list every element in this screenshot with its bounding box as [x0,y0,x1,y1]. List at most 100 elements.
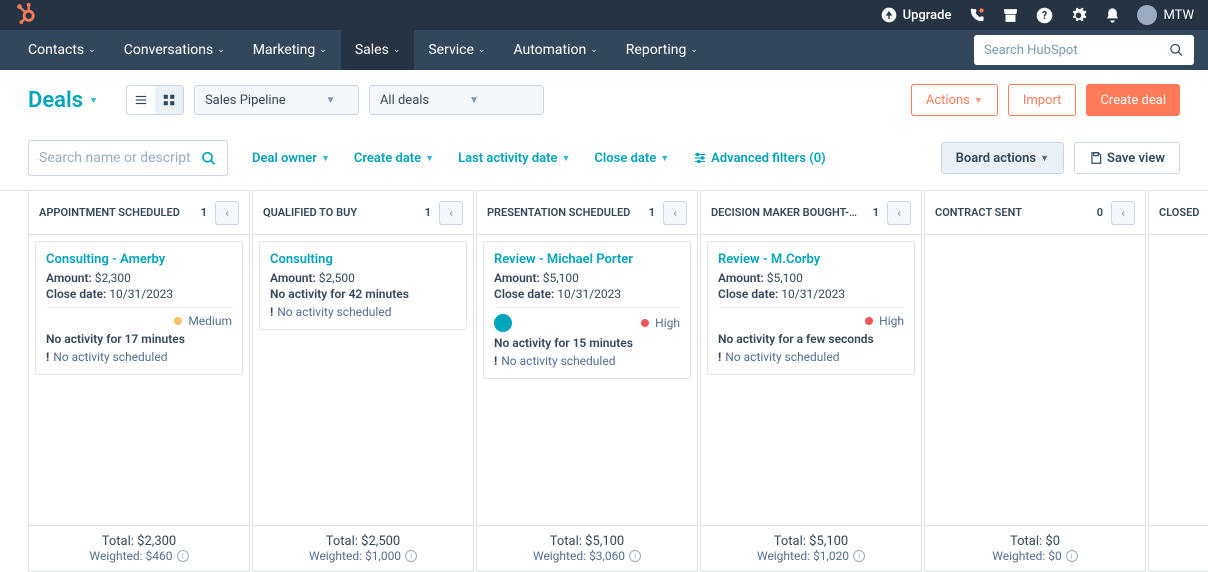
upgrade-button[interactable]: Upgrade [881,7,952,23]
gear-icon[interactable] [1069,6,1087,24]
pipeline-select-label: Sales Pipeline [205,93,286,108]
column-weighted: Weighted: $1,020 i [757,549,865,563]
deal-title: Consulting - Amerby [46,252,232,267]
list-view-button[interactable] [127,86,155,114]
global-search[interactable] [974,35,1194,65]
column-total: Total: $2,300 [35,534,243,549]
marketplace-icon[interactable] [1001,6,1019,24]
help-icon[interactable]: ? [1035,6,1053,24]
column-collapse-button[interactable]: ‹ [215,201,239,225]
column-name: DECISION MAKER BOUGHT-… [711,206,865,219]
create-deal-button[interactable]: Create deal [1086,84,1180,116]
activity-text: No activity for 17 minutes [46,332,232,346]
column-footer: Total: $5,100Weighted: $3,060 i [476,525,698,572]
priority-dot [865,317,873,325]
bell-icon[interactable] [1103,6,1121,24]
chevron-down-icon: ⌄ [393,45,401,55]
column-total: Total: $2,500 [259,534,467,549]
nav-item-contacts[interactable]: Contacts⌄ [14,30,110,70]
filter-last-activity[interactable]: Last activity date▼ [458,151,570,166]
info-icon[interactable]: i [629,550,641,562]
filter-create-date[interactable]: Create date▼ [354,151,434,166]
global-search-input[interactable] [984,43,1169,58]
phone-icon[interactable] [967,6,985,24]
priority-badge: Medium [174,314,232,328]
column-body[interactable]: Review - Michael PorterAmount: $5,100Clo… [476,235,698,525]
search-deals-input[interactable] [39,150,201,166]
chevron-down-icon: ⌄ [690,45,698,55]
info-icon[interactable]: i [853,550,865,562]
info-icon[interactable]: i [405,550,417,562]
chevron-down-icon: ▼ [974,95,983,106]
nav-item-marketing[interactable]: Marketing⌄ [239,30,341,70]
column-weighted: Weighted: $460 i [89,549,188,563]
page-title-dropdown[interactable]: Deals ▼ [28,88,98,113]
column-collapse-button[interactable]: ‹ [439,201,463,225]
info-icon[interactable]: i [1066,550,1078,562]
column-count: 1 [873,206,879,219]
column-collapse-button[interactable]: ‹ [887,201,911,225]
column-collapse-button[interactable]: ‹ [663,201,687,225]
column-header: CONTRACT SENT0‹ [924,191,1146,235]
column-name: PRESENTATION SCHEDULED [487,206,641,219]
column-collapse-button[interactable]: ‹ [1111,201,1135,225]
chevron-down-icon: ▼ [562,153,571,164]
column-header: QUALIFIED TO BUY1‹ [252,191,474,235]
pipeline-column: QUALIFIED TO BUY1‹ ConsultingAmount: $2,5… [252,191,474,572]
nav-item-automation[interactable]: Automation⌄ [499,30,611,70]
pipeline-column: CONTRACT SENT0‹Total: $0Weighted: $0 i [924,191,1146,572]
nav-item-service[interactable]: Service⌄ [414,30,499,70]
pipeline-select[interactable]: Sales Pipeline▼ [194,85,359,115]
board-view-button[interactable] [155,86,183,114]
nav-item-conversations[interactable]: Conversations⌄ [110,30,239,70]
column-name: APPOINTMENT SCHEDULED [39,206,193,219]
avatar-icon [1137,5,1157,25]
board-actions-button[interactable]: Board actions▼ [941,142,1064,174]
filter-close-date[interactable]: Close date▼ [594,151,669,166]
column-body[interactable]: ConsultingAmount: $2,500No activity for … [252,235,474,525]
deal-card[interactable]: Review - M.CorbyAmount: $5,100Close date… [707,241,915,375]
chevron-down-icon: ⌄ [319,45,327,55]
column-count: 1 [201,206,207,219]
search-icon [201,150,217,167]
column-body[interactable] [1148,235,1208,525]
column-body[interactable] [924,235,1146,525]
chevron-down-icon: ▼ [89,95,98,106]
priority-dot [174,317,182,325]
chevron-down-icon: ▼ [321,153,330,164]
column-body[interactable]: Review - M.CorbyAmount: $5,100Close date… [700,235,922,525]
chevron-down-icon: ▼ [660,153,669,164]
chevron-down-icon: ⌄ [478,45,486,55]
hubspot-logo[interactable] [14,2,36,28]
no-activity-text: !No activity scheduled [270,305,456,319]
pipeline-column: APPOINTMENT SCHEDULED 1 ‹ Consulting - Amer… [28,191,250,572]
chevron-down-icon: ⌄ [217,45,225,55]
global-topbar: Upgrade ? MTW [0,0,1208,30]
priority-badge: High [641,316,680,330]
import-button[interactable]: Import [1008,84,1077,116]
advanced-filters[interactable]: Advanced filters (0) [693,151,826,166]
deal-card[interactable]: ConsultingAmount: $2,500No activity for … [259,241,467,330]
column-name: QUALIFIED TO BUY [263,206,417,219]
actions-button[interactable]: Actions▼ [911,84,998,116]
column-weighted: Weighted: $1,000 i [309,549,417,563]
nav-item-reporting[interactable]: Reporting⌄ [612,30,712,70]
no-activity-text: !No activity scheduled [46,350,232,364]
nav-item-sales[interactable]: Sales⌄ [341,30,415,70]
filter-deal-owner[interactable]: Deal owner▼ [252,151,330,166]
deals-filter-select[interactable]: All deals▼ [369,85,544,115]
column-body[interactable]: Consulting - AmerbyAmount: $2,300Close d… [28,235,250,525]
info-icon[interactable]: i [177,550,189,562]
deal-title: Consulting [270,252,456,267]
page-toolbar: Deals ▼ Sales Pipeline▼ All deals▼ Actio… [0,70,1208,130]
chevron-down-icon: ▼ [1040,153,1049,164]
search-deals[interactable] [28,140,228,176]
account-menu[interactable]: MTW [1137,5,1194,25]
page-title: Deals [28,88,83,113]
deal-card[interactable]: Consulting - AmerbyAmount: $2,300Close d… [35,241,243,375]
column-footer: Total: $5,100Weighted: $1,020 i [700,525,922,572]
save-view-button[interactable]: Save view [1074,142,1180,174]
deal-card[interactable]: Review - Michael PorterAmount: $5,100Clo… [483,241,691,379]
pipeline-column: PRESENTATION SCHEDULED1‹Review - Michael… [476,191,698,572]
no-activity-text: !No activity scheduled [494,354,680,368]
